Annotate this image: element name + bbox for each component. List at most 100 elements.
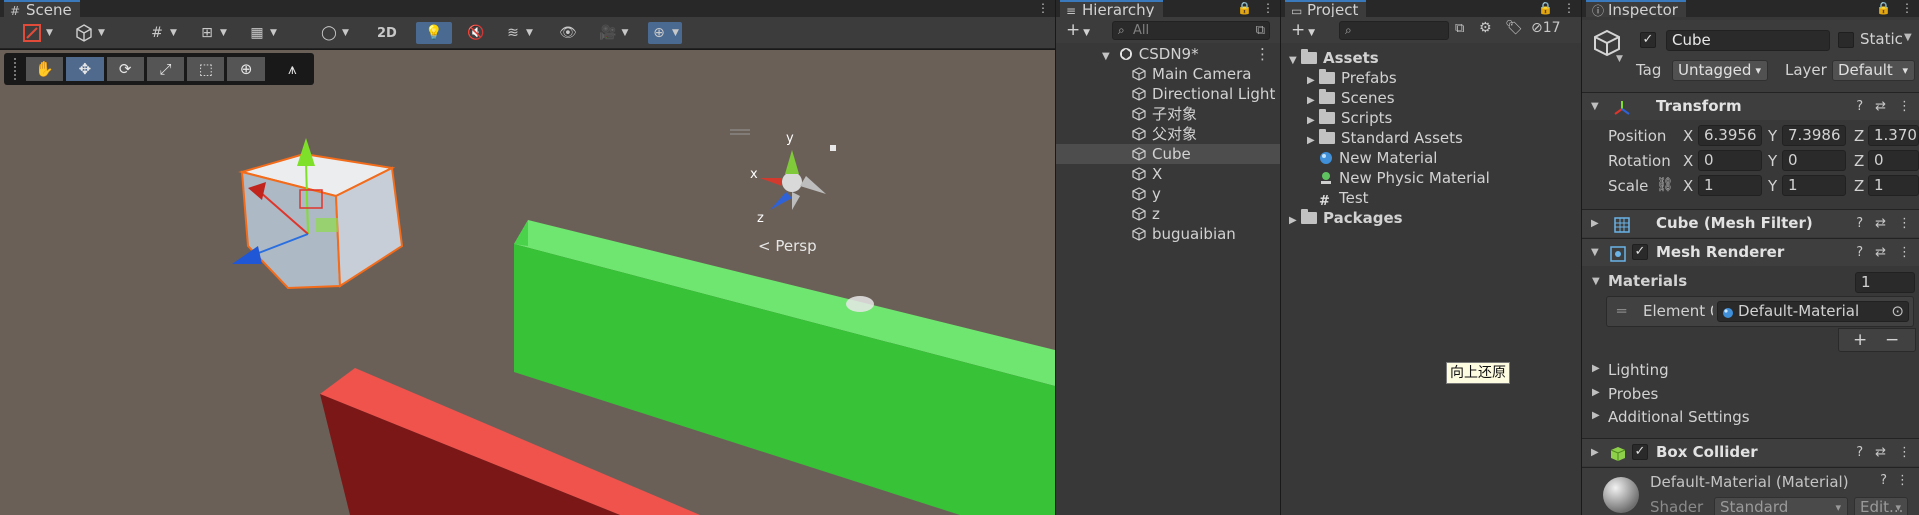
lock-icon[interactable]: 🔒 bbox=[1538, 1, 1553, 15]
rotation-x-input[interactable]: 0 bbox=[1698, 150, 1762, 171]
transform-tool-button[interactable]: ⊕ bbox=[227, 57, 265, 81]
mesh-renderer-header[interactable]: ▼ ✓ Mesh Renderer ? ⇄ ⋮ bbox=[1582, 238, 1919, 266]
add-element-button[interactable]: + bbox=[1853, 329, 1867, 351]
assets-root-row[interactable]: ▼ Assets bbox=[1281, 48, 1581, 68]
list-item[interactable]: ▶ Standard Assets bbox=[1281, 128, 1581, 148]
list-item[interactable]: 父对象 bbox=[1056, 124, 1280, 144]
rotation-y-input[interactable]: 0 bbox=[1782, 150, 1846, 171]
mesh-renderer-enabled-checkbox[interactable]: ✓ bbox=[1632, 244, 1648, 260]
more-menu-icon[interactable]: ⋮ bbox=[1262, 1, 1274, 15]
camera-dropdown[interactable]: 🎥 ▼ bbox=[596, 22, 628, 44]
effects-dropdown[interactable]: ≋ ▼ bbox=[502, 22, 533, 44]
grid-snap-dropdown[interactable]: # ▼ bbox=[146, 22, 177, 44]
scale-tool-button[interactable]: ⤢ bbox=[146, 57, 185, 81]
more-menu-icon[interactable]: ⋮ bbox=[1896, 473, 1909, 488]
search-by-type-icon[interactable]: ⧉ bbox=[1455, 21, 1464, 36]
help-icon[interactable]: ? bbox=[1856, 216, 1863, 231]
scale-x-input[interactable]: 1 bbox=[1698, 175, 1762, 196]
orientation-gizmo[interactable]: y x z bbox=[730, 129, 836, 226]
layer-dropdown[interactable]: Default bbox=[1832, 60, 1915, 81]
link-constrain-icon[interactable]: ⛓ bbox=[1656, 177, 1674, 193]
rotation-z-input[interactable]: 0 bbox=[1868, 150, 1919, 171]
transform-header[interactable]: ▼ Transform ? ⇄ ⋮ bbox=[1582, 92, 1919, 120]
shader-dropdown[interactable]: Standard bbox=[1714, 497, 1848, 515]
tab-scene[interactable]: # Scene bbox=[4, 0, 80, 19]
create-asset-button[interactable]: + ▼ bbox=[1291, 20, 1315, 40]
more-menu-icon[interactable]: ⋮ bbox=[1037, 1, 1049, 15]
audio-toggle[interactable]: 🔇 bbox=[464, 22, 487, 44]
list-item[interactable]: Directional Light bbox=[1056, 84, 1280, 104]
expanded-arrow-icon[interactable]: ▼ bbox=[1592, 276, 1600, 287]
mesh-filter-header[interactable]: ▶ Cube (Mesh Filter) ? ⇄ ⋮ bbox=[1582, 209, 1919, 237]
more-menu-icon[interactable]: ⋮ bbox=[1898, 216, 1911, 231]
material-header[interactable]: Default-Material (Material) ? ⋮ Shader S… bbox=[1582, 467, 1919, 515]
preset-icon[interactable]: ⇄ bbox=[1875, 445, 1886, 460]
hierarchy-search-input[interactable]: ⌕ All ⧉ bbox=[1112, 21, 1270, 40]
create-button[interactable]: + ▼ bbox=[1066, 20, 1090, 40]
help-icon[interactable]: ? bbox=[1880, 473, 1887, 488]
more-menu-icon[interactable]: ⋮ bbox=[1898, 245, 1911, 260]
rect-tool-button[interactable]: ⬚ bbox=[187, 57, 225, 81]
mode-2d-button[interactable]: 2D bbox=[374, 22, 400, 44]
scene-visibility-toggle[interactable]: 👁 bbox=[556, 22, 580, 44]
grid-visibility-dropdown[interactable]: ▦ ▼ bbox=[246, 22, 277, 44]
element-material-field[interactable]: Default-Material ⊙ bbox=[1717, 301, 1909, 322]
shader-edit-button[interactable]: Edit... bbox=[1854, 497, 1908, 515]
collapsed-arrow-icon[interactable]: ▶ bbox=[1289, 211, 1301, 231]
help-icon[interactable]: ? bbox=[1856, 99, 1863, 114]
lighting-toggle[interactable]: 💡 bbox=[416, 22, 452, 44]
list-item[interactable]: ▶ Scripts bbox=[1281, 108, 1581, 128]
hand-tool-button[interactable]: ✋ bbox=[25, 57, 64, 81]
list-item[interactable]: # Test bbox=[1281, 188, 1581, 209]
tag-dropdown[interactable]: Untagged bbox=[1672, 60, 1768, 81]
scene-root-row[interactable]: ▼ CSDN9* ⋮ bbox=[1056, 44, 1280, 64]
scene-viewport[interactable]: y x z ✋ ✥ ⟳ ⤢ ⬚ ⊕ ⩚ < Persp bbox=[0, 50, 1055, 515]
scale-y-input[interactable]: 1 bbox=[1782, 175, 1846, 196]
tab-project[interactable]: ▭ Project bbox=[1285, 0, 1367, 19]
scene-tab-menu[interactable]: ⋮ bbox=[1027, 0, 1049, 17]
label-icon[interactable]: 🏷 bbox=[1505, 20, 1523, 36]
list-item[interactable]: New Physic Material bbox=[1281, 168, 1581, 188]
rotate-tool-button[interactable]: ⟳ bbox=[106, 57, 144, 81]
list-item[interactable]: ▶ Prefabs bbox=[1281, 68, 1581, 88]
gizmos-dropdown[interactable]: ⊕ ▼ bbox=[648, 22, 682, 44]
list-item[interactable]: Main Camera bbox=[1056, 64, 1280, 84]
static-checkbox[interactable] bbox=[1838, 32, 1854, 48]
scale-z-input[interactable]: 1 bbox=[1868, 175, 1919, 196]
preset-icon[interactable]: ⇄ bbox=[1875, 216, 1886, 231]
list-item[interactable]: 子对象 bbox=[1056, 104, 1280, 124]
materials-size-input[interactable]: 1 bbox=[1855, 272, 1915, 293]
position-x-input[interactable]: 6.3956 bbox=[1698, 125, 1762, 146]
reorder-handle-icon[interactable]: ═ bbox=[1617, 302, 1626, 320]
list-item[interactable]: y bbox=[1056, 184, 1280, 204]
help-icon[interactable]: ? bbox=[1856, 245, 1863, 260]
projection-toggle[interactable]: < Persp bbox=[758, 237, 817, 255]
drag-handle[interactable] bbox=[14, 58, 18, 80]
list-item[interactable]: X bbox=[1056, 164, 1280, 184]
list-item[interactable]: buguaibian bbox=[1056, 224, 1280, 244]
additional-settings-foldout[interactable]: ▶ Additional Settings bbox=[1582, 407, 1919, 429]
render-mode-dropdown[interactable]: ◯ ▼ bbox=[318, 22, 349, 44]
more-menu-icon[interactable]: ⋮ bbox=[1901, 1, 1913, 15]
tab-inspector[interactable]: ⓘ Inspector bbox=[1586, 0, 1686, 19]
list-item[interactable]: New Material bbox=[1281, 148, 1581, 168]
chevron-down-icon[interactable]: ▼ bbox=[1616, 54, 1623, 64]
object-name-input[interactable]: Cube bbox=[1666, 30, 1830, 51]
preset-icon[interactable]: ⇄ bbox=[1875, 245, 1886, 260]
hidden-packages-toggle[interactable]: ⊘17 bbox=[1531, 20, 1561, 36]
preset-icon[interactable]: ⇄ bbox=[1875, 99, 1886, 114]
increment-snap-dropdown[interactable]: ⊞ ▼ bbox=[196, 22, 227, 44]
move-tool-button[interactable]: ✥ bbox=[66, 57, 104, 81]
lighting-foldout[interactable]: ▶ Lighting bbox=[1582, 360, 1919, 382]
lock-icon[interactable]: 🔒 bbox=[1876, 1, 1891, 15]
packages-row[interactable]: ▶ Packages bbox=[1281, 208, 1581, 228]
remove-element-button[interactable]: − bbox=[1885, 329, 1899, 351]
filter-type-icon[interactable]: ⚙ bbox=[1479, 20, 1492, 36]
active-checkbox[interactable]: ✓ bbox=[1640, 32, 1656, 48]
lock-icon[interactable]: 🔒 bbox=[1237, 1, 1252, 15]
draw-mode-dropdown[interactable]: ▼ bbox=[20, 22, 53, 44]
box-collider-enabled-checkbox[interactable]: ✓ bbox=[1632, 444, 1648, 460]
box-collider-header[interactable]: ▶ ✓ Box Collider ? ⇄ ⋮ bbox=[1582, 438, 1919, 466]
list-item[interactable]: ▶ Scenes bbox=[1281, 88, 1581, 108]
object-picker-icon[interactable]: ⊙ bbox=[1891, 302, 1904, 321]
